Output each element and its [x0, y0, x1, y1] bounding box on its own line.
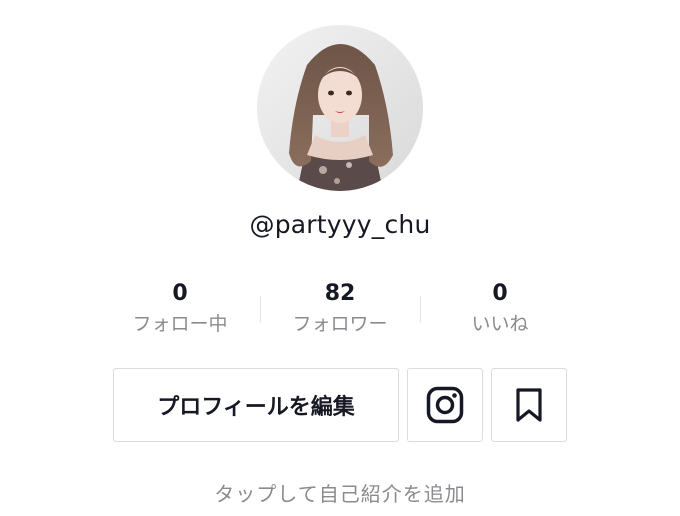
followers-label: フォロワー — [292, 313, 388, 335]
instagram-button[interactable] — [407, 368, 483, 442]
following-count: 0 — [172, 281, 188, 306]
stat-following[interactable]: 0 フォロー中 — [105, 280, 255, 336]
edit-profile-button[interactable]: プロフィールを編集 — [113, 368, 399, 442]
likes-count: 0 — [492, 281, 508, 306]
stat-likes[interactable]: 0 いいね — [425, 280, 575, 336]
avatar-photo — [257, 25, 423, 191]
stat-divider — [420, 296, 421, 322]
profile-avatar[interactable] — [257, 25, 423, 191]
stat-divider — [260, 296, 261, 322]
username: @partyyy_chu — [249, 210, 431, 239]
followers-count: 82 — [324, 281, 356, 306]
instagram-icon — [426, 386, 464, 424]
stat-followers[interactable]: 82 フォロワー — [265, 280, 415, 336]
bookmark-icon — [516, 388, 542, 422]
bookmark-button[interactable] — [491, 368, 567, 442]
likes-label: いいね — [471, 313, 529, 335]
following-label: フォロー中 — [132, 313, 228, 335]
add-bio-link[interactable]: タップして自己紹介を追加 — [0, 478, 680, 507]
